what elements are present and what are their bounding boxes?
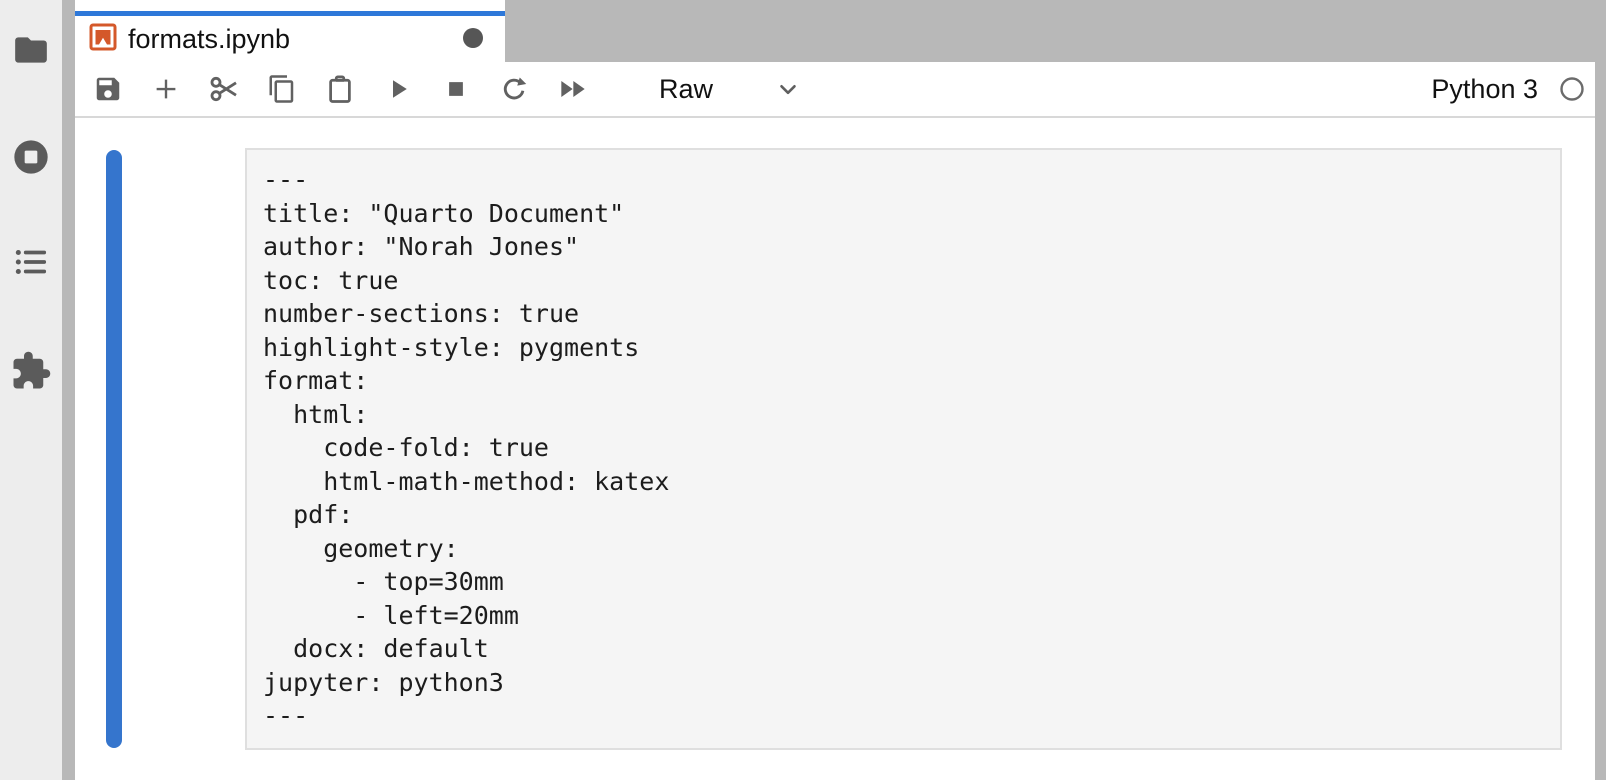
code-line: pdf: [263, 498, 1544, 532]
code-line: docx: default [263, 632, 1544, 666]
notebook-toolbar: Raw Python 3 [75, 62, 1595, 118]
fast-forward-icon [556, 73, 588, 105]
code-line: title: "Quarto Document" [263, 197, 1544, 231]
sidebar-item-table-of-contents[interactable] [0, 234, 62, 290]
plus-icon [151, 74, 181, 104]
refresh-icon [499, 74, 529, 104]
tab-formats-ipynb[interactable]: formats.ipynb [75, 0, 505, 62]
code-line: html: [263, 398, 1544, 432]
kernel-idle-circle-icon[interactable] [1558, 75, 1586, 103]
save-button[interactable] [93, 74, 123, 104]
notebook-panel: ---title: "Quarto Document"author: "Nora… [75, 118, 1595, 780]
sidebar-divider [62, 0, 75, 780]
copy-icon [267, 74, 297, 104]
stop-icon [441, 74, 471, 104]
restart-run-all-button[interactable] [557, 74, 587, 104]
paste-cell-button[interactable] [325, 74, 355, 104]
code-line: - top=30mm [263, 565, 1544, 599]
code-line: --- [263, 699, 1544, 733]
unsaved-changes-indicator[interactable] [463, 28, 483, 48]
play-icon [383, 74, 413, 104]
main-area: formats.ipynb [75, 0, 1595, 780]
jupyterlab-window: formats.ipynb [0, 0, 1606, 780]
cell-type-dropdown[interactable]: Raw [659, 74, 801, 105]
notebook-icon [89, 23, 117, 56]
insert-cell-button[interactable] [151, 74, 181, 104]
save-icon [93, 74, 123, 104]
copy-cell-button[interactable] [267, 74, 297, 104]
code-line: code-fold: true [263, 431, 1544, 465]
code-line: format: [263, 364, 1544, 398]
window-right-edge [1595, 0, 1606, 780]
list-icon [12, 243, 50, 281]
code-line: highlight-style: pygments [263, 331, 1544, 365]
restart-kernel-button[interactable] [499, 74, 529, 104]
run-cell-button[interactable] [383, 74, 413, 104]
code-line: --- [263, 163, 1544, 197]
raw-cell-editor[interactable]: ---title: "Quarto Document"author: "Nora… [245, 148, 1562, 750]
code-line: author: "Norah Jones" [263, 230, 1544, 264]
code-line: html-math-method: katex [263, 465, 1544, 499]
interrupt-kernel-button[interactable] [441, 74, 471, 104]
cut-cell-button[interactable] [209, 74, 239, 104]
stop-circle-icon [11, 137, 51, 177]
code-line: toc: true [263, 264, 1544, 298]
cell-code: ---title: "Quarto Document"author: "Nora… [247, 150, 1560, 746]
tab-title: formats.ipynb [128, 24, 290, 55]
tab-bar: formats.ipynb [75, 0, 1595, 62]
activity-sidebar [0, 0, 62, 780]
folder-icon [12, 31, 50, 69]
active-cell-indicator[interactable] [106, 150, 122, 748]
code-line: - left=20mm [263, 599, 1544, 633]
kernel-indicator: Python 3 [1431, 74, 1586, 105]
scissors-icon [208, 73, 240, 105]
puzzle-icon [10, 350, 52, 392]
chevron-down-icon [775, 76, 801, 102]
kernel-name[interactable]: Python 3 [1431, 74, 1538, 105]
clipboard-icon [325, 74, 355, 104]
cell-type-value: Raw [659, 74, 713, 105]
sidebar-item-running-kernels[interactable] [0, 129, 62, 185]
sidebar-item-file-browser[interactable] [0, 22, 62, 78]
code-line: number-sections: true [263, 297, 1544, 331]
code-line: geometry: [263, 532, 1544, 566]
code-line: jupyter: python3 [263, 666, 1544, 700]
sidebar-item-extensions[interactable] [0, 343, 62, 399]
